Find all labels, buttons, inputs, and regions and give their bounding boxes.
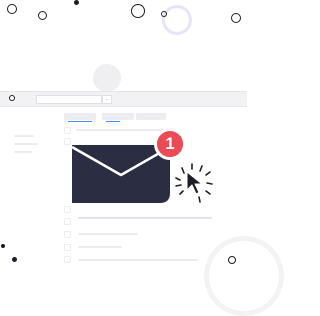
envelope-icon[interactable]	[71, 145, 171, 203]
row-placeholder	[78, 233, 138, 235]
pointer-cursor-icon	[186, 171, 203, 195]
decor-dot	[1, 244, 5, 248]
tab-placeholder[interactable]	[64, 113, 96, 122]
row-checkbox[interactable]	[64, 231, 71, 238]
decor-dot	[74, 0, 79, 5]
decor-ring-small	[161, 11, 167, 17]
decor-ring-accent	[162, 5, 192, 35]
notification-badge: 1	[154, 128, 186, 160]
notification-count: 1	[165, 134, 175, 153]
decor-ring-small	[7, 4, 17, 14]
tab-placeholder[interactable]	[102, 113, 134, 122]
decor-ring-corner	[204, 236, 284, 316]
row-placeholder	[78, 259, 198, 261]
row-checkbox[interactable]	[64, 206, 71, 213]
sidebar-placeholder	[14, 151, 32, 153]
tab-active-indicator	[106, 121, 120, 122]
tab-active-indicator	[68, 121, 92, 122]
row-placeholder	[78, 246, 122, 248]
row-checkbox[interactable]	[64, 256, 71, 263]
row-placeholder	[78, 217, 212, 219]
sidebar-placeholder	[14, 143, 38, 145]
chevron-down-icon[interactable]: ⌄	[102, 95, 112, 104]
address-field[interactable]	[36, 95, 102, 104]
decor-ring-small	[231, 13, 241, 23]
decor-ring-small	[38, 11, 47, 20]
row-checkbox[interactable]	[64, 218, 71, 225]
decor-blob	[93, 64, 121, 92]
row-checkbox[interactable]	[64, 244, 71, 251]
decor-dot	[12, 257, 17, 262]
row-checkbox[interactable]	[64, 138, 71, 145]
browser-toolbar: ⌄	[0, 91, 247, 107]
browser-dot-icon	[9, 95, 15, 101]
decor-ring-small	[228, 256, 236, 264]
row-placeholder	[76, 129, 166, 131]
tab-placeholder[interactable]	[136, 113, 166, 120]
row-checkbox[interactable]	[64, 127, 71, 134]
decor-ring-medium	[131, 4, 145, 18]
sidebar-placeholder	[14, 135, 34, 137]
